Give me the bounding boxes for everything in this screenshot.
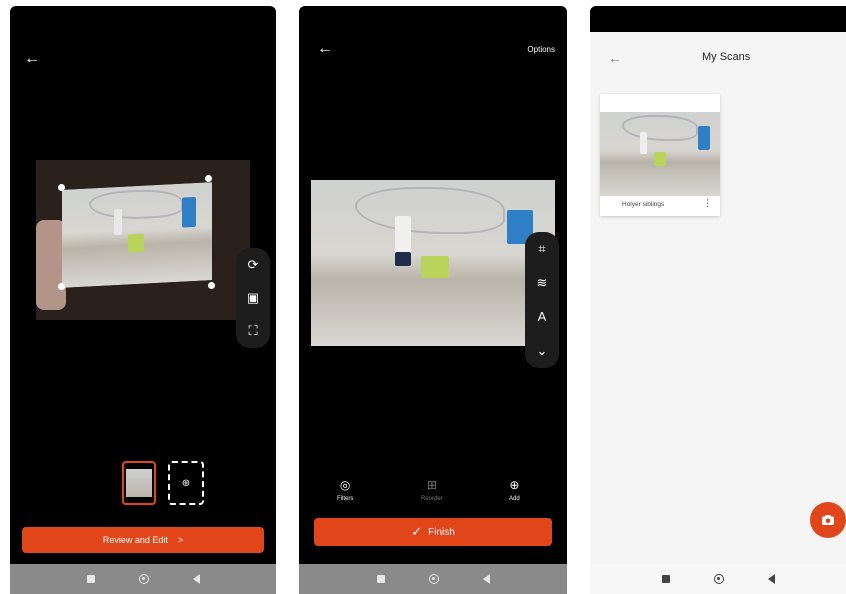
- text-icon[interactable]: A: [538, 310, 547, 324]
- scan-thumbnail: [600, 112, 720, 196]
- filters-icon: ◎: [339, 478, 351, 492]
- crop-icon[interactable]: ⌗: [538, 242, 545, 256]
- reorder-tool[interactable]: ⊞ Reorder: [421, 478, 443, 502]
- recents-icon[interactable]: [86, 575, 95, 583]
- back-arrow-icon[interactable]: ←: [24, 50, 40, 68]
- edit-tool-rail: ⌗ ≋ A ⌄: [525, 232, 559, 368]
- reorder-label: Reorder: [421, 496, 443, 502]
- scan-card[interactable]: Holyer siblings ⋮: [600, 94, 720, 216]
- back-icon[interactable]: [767, 574, 775, 584]
- system-nav-bar: [590, 564, 846, 594]
- document-photo: [62, 182, 212, 288]
- add-page-icon: ⊕: [509, 478, 520, 492]
- fullscreen-icon[interactable]: ⛶: [248, 324, 257, 338]
- system-nav-bar: [299, 564, 567, 594]
- my-scans-screen: ← My Scans Holyer siblings ⋮: [590, 6, 846, 594]
- back-arrow-icon[interactable]: ←: [317, 40, 333, 58]
- back-icon[interactable]: [482, 574, 490, 584]
- options-menu[interactable]: Options: [527, 45, 555, 54]
- edit-screen: ← Options ⌗ ≋ A ⌄ ◎ Filters ⊞ Reorder ⊕ …: [299, 6, 567, 594]
- system-nav-bar: [10, 564, 276, 594]
- chevron-down-icon[interactable]: ⌄: [537, 344, 548, 358]
- crop-handle[interactable]: [208, 282, 215, 289]
- add-label: Add: [509, 496, 520, 502]
- add-tool[interactable]: ⊕ Add: [509, 478, 520, 502]
- camera-icon: [822, 515, 834, 525]
- chevron-right-icon: >: [177, 535, 184, 545]
- crop-handle[interactable]: [58, 283, 65, 290]
- scanned-photo: [311, 180, 555, 346]
- review-and-edit-button[interactable]: Review and Edit >: [22, 527, 264, 553]
- filters-tool[interactable]: ◎ Filters: [337, 478, 353, 502]
- add-page-icon[interactable]: ⊕: [168, 461, 204, 505]
- capture-tool-rail: ⟳ ▣ ⛶: [236, 248, 270, 348]
- crop-handle[interactable]: [58, 184, 65, 191]
- filters-label: Filters: [337, 496, 354, 502]
- more-options-icon[interactable]: ⋮: [703, 198, 712, 209]
- status-bar: [590, 6, 846, 32]
- home-icon[interactable]: [428, 574, 439, 584]
- page-title: My Scans: [702, 51, 751, 63]
- check-icon: ✓: [411, 524, 423, 539]
- capture-screen: ← ⟳ ▣ ⛶ ⊕ Review and Edit >: [10, 6, 276, 594]
- recents-icon[interactable]: [661, 575, 670, 583]
- review-label: Review and Edit: [102, 535, 168, 545]
- camera-preview: [36, 160, 250, 320]
- reorder-icon: ⊞: [426, 478, 437, 492]
- camera-fab-button[interactable]: [810, 502, 846, 538]
- crop-handle[interactable]: [205, 175, 212, 182]
- adjust-icon[interactable]: ≋: [537, 276, 548, 290]
- rotate-icon[interactable]: ⟳: [248, 257, 259, 272]
- image-import-icon[interactable]: ▣: [247, 290, 259, 305]
- page-thumbnail[interactable]: [122, 461, 156, 505]
- finish-button[interactable]: ✓ Finish: [314, 518, 552, 546]
- back-icon[interactable]: [192, 574, 200, 584]
- recents-icon[interactable]: [376, 575, 385, 583]
- home-icon[interactable]: [138, 574, 149, 584]
- home-icon[interactable]: [713, 574, 724, 584]
- back-arrow-icon[interactable]: ←: [608, 50, 622, 66]
- scan-name: Holyer siblings: [622, 201, 665, 208]
- finish-label: Finish: [428, 526, 455, 538]
